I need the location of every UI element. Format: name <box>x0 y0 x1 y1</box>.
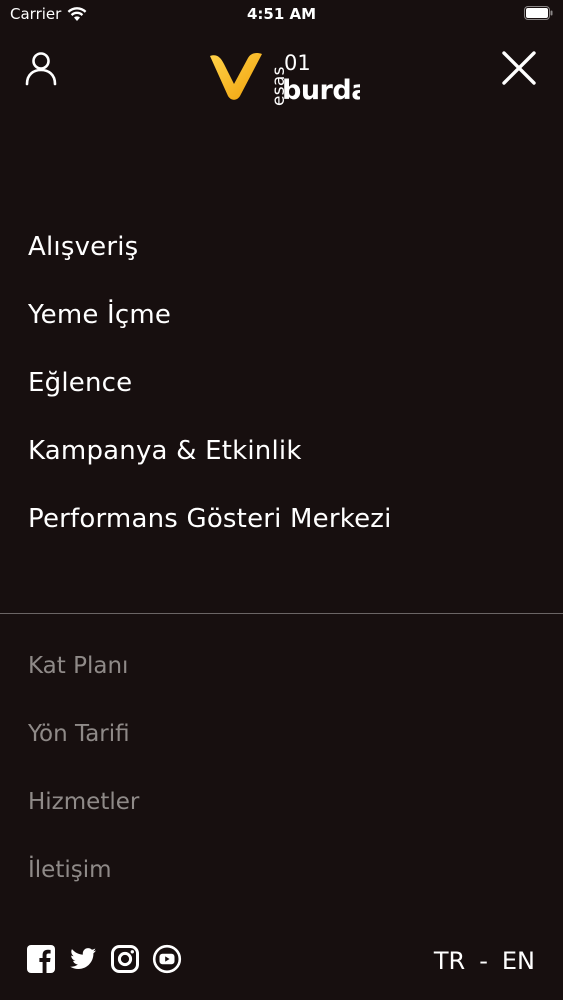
logo-v-mark <box>210 53 262 100</box>
esas01burda-logo[interactable]: esas 01 burda <box>208 48 360 108</box>
status-time: 4:51 AM <box>246 5 317 23</box>
logo-burda-text: burda <box>282 75 360 106</box>
menu-item-kampanya-etkinlik[interactable]: Kampanya & Etkinlik <box>28 429 392 497</box>
logo-wordmark: esas 01 burda <box>269 51 360 106</box>
menu-item-yeme-icme[interactable]: Yeme İçme <box>28 293 392 361</box>
status-bar: Carrier 4:51 AM <box>0 0 563 30</box>
twitter-icon[interactable] <box>68 944 98 974</box>
menu-item-iletisim[interactable]: İletişim <box>28 848 139 916</box>
menu-header: esas 01 burda <box>0 40 563 110</box>
battery-icon <box>524 6 553 20</box>
social-links <box>26 944 182 974</box>
language-switcher: TR - EN <box>434 944 535 978</box>
language-en[interactable]: EN <box>502 944 535 978</box>
menu-item-eglence[interactable]: Eğlence <box>28 361 392 429</box>
menu-item-kat-plani[interactable]: Kat Planı <box>28 644 139 712</box>
facebook-icon[interactable] <box>26 944 56 974</box>
close-icon[interactable] <box>501 50 537 86</box>
language-tr[interactable]: TR <box>434 944 465 978</box>
logo-number-text: 01 <box>284 51 311 75</box>
menu-item-performans-gosteri-merkezi[interactable]: Performans Gösteri Merkezi <box>28 497 392 565</box>
menu-item-hizmetler[interactable]: Hizmetler <box>28 780 139 848</box>
secondary-menu: Kat Planı Yön Tarifi Hizmetler İletişim <box>28 644 139 916</box>
language-separator: - <box>479 947 488 975</box>
instagram-icon[interactable] <box>110 944 140 974</box>
menu-item-alisveris[interactable]: Alışveriş <box>28 225 392 293</box>
youtube-icon[interactable] <box>152 944 182 974</box>
menu-divider <box>0 613 563 614</box>
primary-menu: Alışveriş Yeme İçme Eğlence Kampanya & E… <box>28 225 392 565</box>
menu-item-yon-tarifi[interactable]: Yön Tarifi <box>28 712 139 780</box>
user-icon[interactable] <box>24 50 58 86</box>
